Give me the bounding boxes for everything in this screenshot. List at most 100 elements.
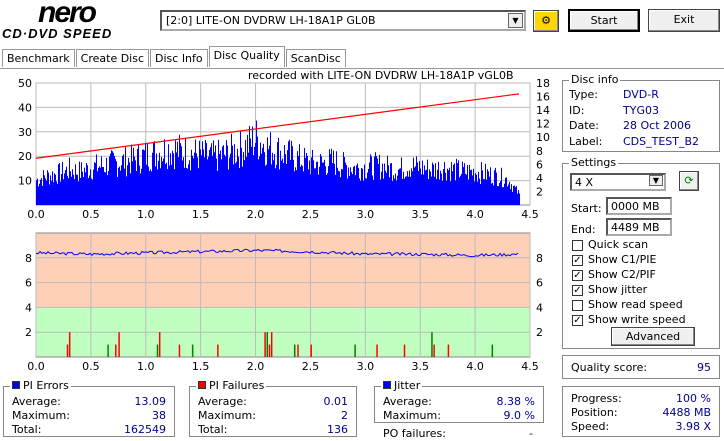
pi-error-bar — [247, 134, 248, 205]
start-button[interactable]: Start — [568, 9, 640, 32]
checkbox[interactable]: ✓ — [572, 254, 583, 266]
pi-error-bar — [160, 168, 161, 205]
pi-error-bar — [446, 180, 447, 205]
x-tick-label: 3.5 — [411, 208, 429, 221]
start-input[interactable]: 0000 MB — [606, 197, 672, 215]
pi-error-bar — [476, 174, 477, 205]
pi-error-bar — [261, 153, 262, 205]
pi-error-bar — [276, 164, 277, 205]
option-quick-scan[interactable]: Quick scan — [572, 237, 686, 252]
y-tick-label: 30 — [18, 126, 32, 139]
pi-error-bar — [60, 181, 61, 205]
pi-error-bar — [232, 145, 233, 205]
exit-button[interactable]: Exit — [648, 9, 720, 32]
pi-error-bar — [355, 175, 356, 205]
pi-error-bar — [324, 159, 325, 205]
pi-error-bar — [178, 157, 179, 205]
chevron-down-icon[interactable]: ▼ — [508, 13, 523, 28]
pi-error-bar — [511, 184, 512, 205]
tab-disc-info[interactable]: Disc Info — [150, 49, 208, 67]
pi-error-bar — [282, 158, 283, 205]
x-tick-label: 3.0 — [357, 208, 375, 221]
pi-error-bar — [206, 142, 207, 205]
pi-error-bar — [197, 157, 198, 205]
pi-error-bar — [508, 184, 509, 205]
pi-error-bar — [462, 161, 463, 205]
drive-select[interactable]: [2:0] LITE-ON DVDRW LH-18A1P GL0B ▼ — [160, 10, 526, 31]
pi-error-bar — [433, 164, 434, 205]
pi-failure-bar — [297, 344, 299, 357]
option-show-c2-pif[interactable]: ✓ Show C2/PIF — [572, 267, 686, 282]
progress-value: 100 % — [676, 392, 711, 405]
pi-error-bar — [449, 167, 450, 205]
pi-error-bar — [491, 183, 492, 205]
pi-error-bar — [482, 170, 483, 205]
pi-error-bar — [141, 168, 142, 205]
pi-error-bar — [39, 183, 40, 205]
pi-error-bar — [381, 171, 382, 205]
pi-error-bar — [191, 149, 192, 205]
pi-error-bar — [397, 175, 398, 205]
chevron-down-icon[interactable]: ▼ — [649, 175, 663, 186]
option-show-c1-pie[interactable]: ✓ Show C1/PIE — [572, 252, 686, 267]
pi-error-bar — [378, 163, 379, 205]
quality-score-value: 95 — [697, 361, 711, 374]
refresh-icon[interactable]: ⟳ — [679, 171, 699, 191]
speed-select[interactable]: 4 X ▼ — [570, 173, 666, 191]
pi-error-bar — [347, 178, 348, 205]
pi-error-bar — [186, 167, 187, 205]
pi-failure-bar — [433, 344, 435, 357]
pi-error-bar — [312, 150, 313, 205]
pi-error-bar — [478, 171, 479, 205]
pi-error-bar — [473, 168, 474, 205]
tab-disc-quality[interactable]: Disc Quality — [208, 46, 285, 67]
pi-error-bar — [150, 169, 151, 205]
po-failures-value: - — [529, 427, 533, 440]
checkbox[interactable] — [572, 239, 583, 251]
tab-scandisc[interactable]: ScanDisc — [285, 49, 346, 67]
pi-error-bar — [36, 180, 37, 205]
checkbox[interactable]: ✓ — [572, 269, 583, 281]
checkbox[interactable]: ✓ — [572, 284, 583, 296]
pi-error-bar — [445, 172, 446, 205]
config-icon[interactable]: ⚙ — [533, 10, 559, 32]
pi-error-bar — [64, 173, 65, 205]
pi-error-bar — [65, 170, 66, 205]
option-show-read-speed[interactable]: Show read speed — [572, 297, 686, 312]
pi-error-bar — [104, 171, 105, 205]
option-show-jitter[interactable]: ✓ Show jitter — [572, 282, 686, 297]
pi-error-bar — [84, 167, 85, 205]
pi-error-bar — [135, 160, 136, 205]
disc-info-title: Disc info — [569, 73, 621, 86]
pi-error-bar — [393, 175, 394, 205]
pi-error-bar — [310, 174, 311, 205]
label-label: Label: — [569, 134, 603, 148]
avg-label: Average: — [198, 395, 247, 408]
y2-tick-label: 4 — [536, 301, 543, 314]
option-label: Show C2/PIF — [588, 268, 656, 281]
checkbox[interactable] — [572, 299, 583, 311]
pi-error-bar — [194, 152, 195, 205]
pi-error-bar — [48, 172, 49, 205]
pi-error-bar — [248, 152, 249, 205]
x-tick-label: 0.0 — [27, 360, 45, 372]
pi-error-bar — [418, 171, 419, 205]
pi-error-bar — [281, 160, 282, 205]
pi-error-bar — [238, 156, 239, 205]
end-input[interactable]: 4489 MB — [606, 218, 672, 236]
avg-label: Average: — [383, 395, 432, 408]
advanced-button[interactable]: Advanced — [611, 327, 695, 346]
pi-failures-group: PI Failures Average: 0.01 Maximum: 2 Total… — [189, 379, 357, 437]
pi-error-bar — [230, 153, 231, 205]
checkbox[interactable]: ✓ — [572, 314, 583, 326]
disc-label: CDS_TEST_B2 — [623, 134, 700, 148]
tab-create-disc[interactable]: Create Disc — [75, 49, 150, 67]
position-value: 4488 MB — [662, 406, 711, 419]
pi-error-bar — [469, 164, 470, 205]
option-show-write-speed[interactable]: ✓ Show write speed — [572, 312, 686, 327]
x-tick-label: 1.5 — [192, 208, 210, 221]
tab-benchmark[interactable]: Benchmark — [2, 49, 75, 67]
pi-error-bar — [414, 167, 415, 205]
pi-error-bar — [38, 186, 39, 205]
position-label: Position: — [571, 406, 618, 419]
